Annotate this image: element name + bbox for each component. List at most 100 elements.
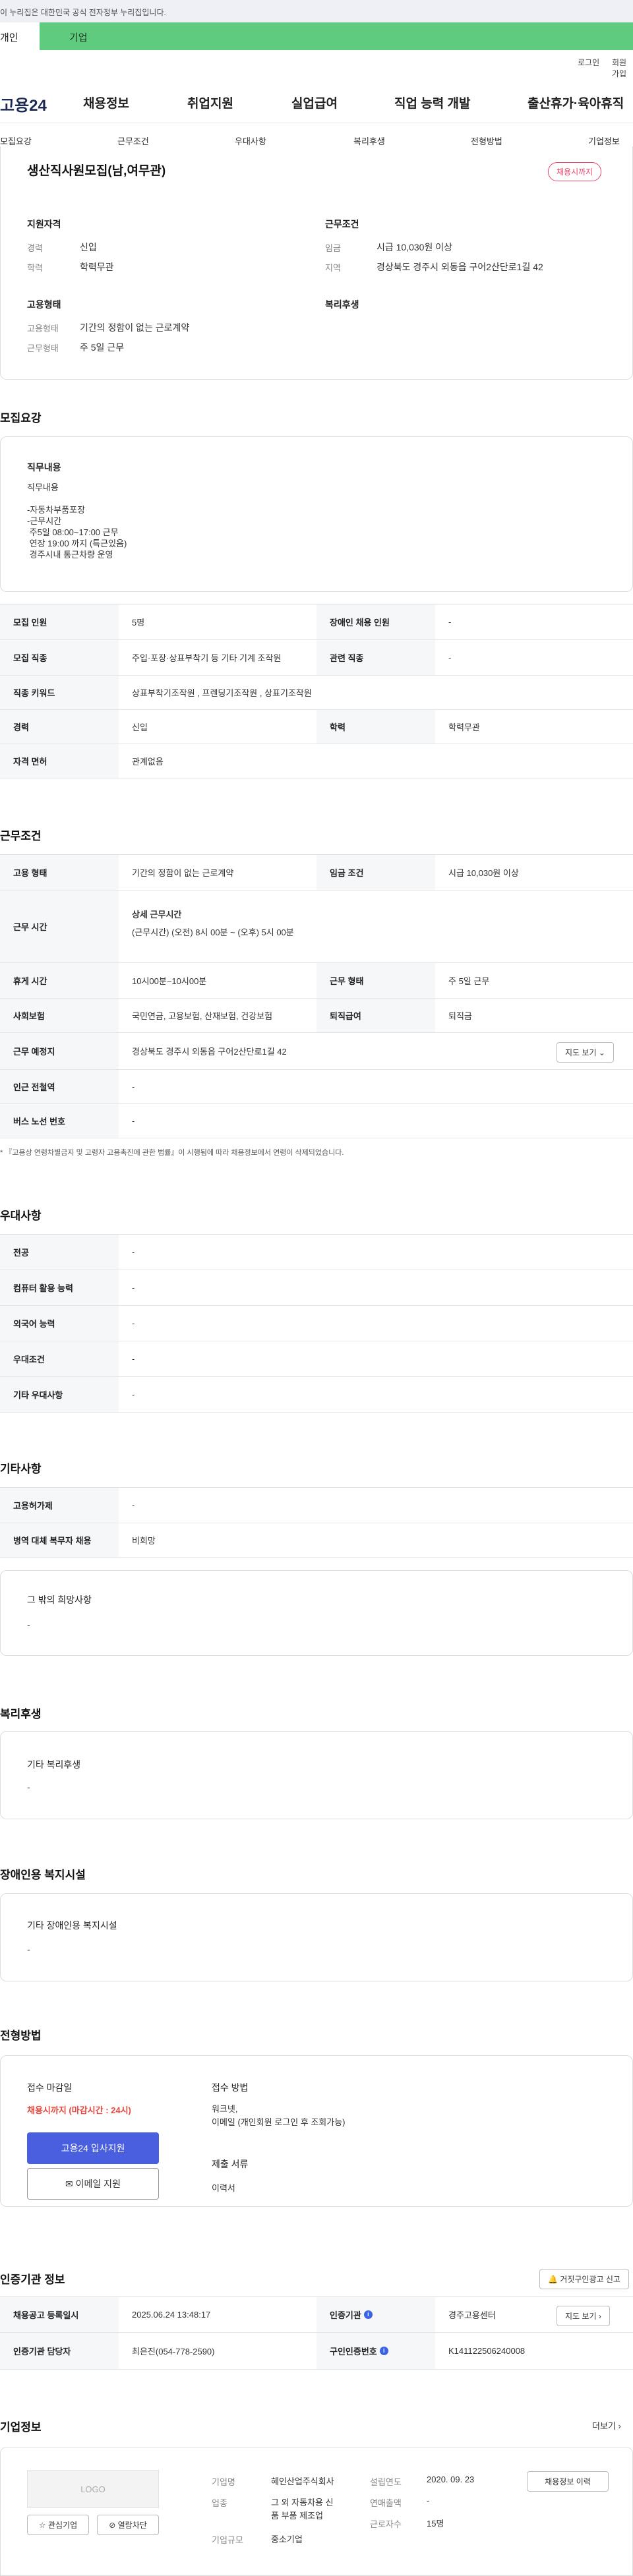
table-row: 채용공고 등록일시 2025.06.24 13:48:17 인증기관 i 경주고용… <box>0 2297 633 2333</box>
join-link[interactable]: 회원가입 <box>612 57 633 79</box>
row-label: 전공 <box>0 1235 119 1270</box>
row-value: 상표부착기조작원 , 프렌딩기조작원 , 상표기조작원 <box>132 688 312 698</box>
recruit-table: 모집 인원 5명 장애인 채용 인원 - 모집 직종 주입·포장·상표부착기 등… <box>0 604 633 778</box>
info-icon[interactable]: i <box>379 2347 388 2355</box>
row-value: - <box>132 1116 135 1126</box>
qual-title: 지원자격 <box>27 219 61 229</box>
nav-parental-leave[interactable]: 출산휴가·육아휴직 <box>528 94 624 111</box>
main-nav: 고용24 채용정보 취업지원 실업급여 직업 능력 개발 출산휴가·육아휴직 <box>0 79 633 123</box>
other-wish-value: - <box>27 1620 30 1630</box>
row-label: 버스 노선 번호 <box>0 1104 119 1138</box>
company-logo: LOGO <box>27 2470 159 2508</box>
section-screening-title: 전형방법 <box>0 2030 42 2042</box>
table-row: 인근 전철역 - <box>0 1070 633 1104</box>
wage-label: 임금 <box>325 243 341 253</box>
wage-value: 시급 10,030원 이상 <box>377 242 452 252</box>
method-title: 접수 방법 <box>212 2082 249 2093</box>
age-notice: * 『고용상 연령차별금지 및 고령자 고용촉진에 관한 법률』이 시행됨에 따… <box>0 1149 344 1157</box>
row-value: 국민연금, 고용보험, 산재보험, 건강보험 <box>132 1011 273 1021</box>
section-pref-title: 우대사항 <box>0 1210 42 1222</box>
row-label: 근무 예정지 <box>0 1033 119 1069</box>
nav-employment-support[interactable]: 취업지원 <box>187 94 233 111</box>
bell-icon: 🔔 <box>548 2275 558 2284</box>
emp-value: 기간의 정함이 없는 근로계약 <box>80 322 190 333</box>
area-label: 지역 <box>325 263 341 273</box>
section-welfare-title: 복리후생 <box>0 1708 42 1720</box>
nav-unemployment[interactable]: 실업급여 <box>291 94 338 111</box>
row-label: 고용 형태 <box>0 855 119 890</box>
pref-table: 전공 - 컴퓨터 활용 능력 - 외국어 능력 - 우대조건 - 기타 우대사항… <box>0 1234 633 1413</box>
shape-label: 근무형태 <box>27 343 59 353</box>
row-label: 휴게 시간 <box>0 963 119 998</box>
table-row: 병역 대체 복무자 채용 비희망 <box>0 1523 633 1558</box>
anchor-work[interactable]: 근무조건 <box>117 134 149 147</box>
row-label: 자격 면허 <box>0 744 119 778</box>
anchor-screening[interactable]: 전형방법 <box>471 134 502 147</box>
report-fake-ad-button[interactable]: 🔔 거짓구인광고 신고 <box>539 2269 629 2289</box>
anchor-recruit[interactable]: 모집요강 <box>0 134 32 147</box>
favorite-label: 관심기업 <box>47 2521 78 2530</box>
job-history-button[interactable]: 채용정보 이력 <box>527 2471 609 2492</box>
anchor-welfare[interactable]: 복리후생 <box>353 134 385 147</box>
edu-value: 학력무관 <box>80 262 114 272</box>
row-value: 5명 <box>132 618 145 628</box>
anchor-company[interactable]: 기업정보 <box>588 134 620 147</box>
favorite-company-button[interactable]: ☆ 관심기업 <box>27 2515 89 2535</box>
area-value: 경상북도 경주시 외동읍 구어2산단로1길 42 <box>377 262 543 272</box>
company-biz-line-2: 품 부품 제조업 <box>271 2511 323 2521</box>
company-more-link[interactable]: 더보기 › <box>592 2419 621 2432</box>
table-row: 경력 신입 학력 학력무관 <box>0 710 633 744</box>
row-value: - <box>132 1247 135 1257</box>
nav-jobs[interactable]: 채용정보 <box>83 94 129 111</box>
method-line-1: 워크넷, <box>212 2104 238 2114</box>
row-value: 기간의 정함이 없는 근로계약 <box>132 868 234 878</box>
disabled-card: 기타 장애인용 복지시설 - <box>0 1893 633 1981</box>
row-value: - <box>132 1390 135 1399</box>
section-recruit-title: 모집요강 <box>0 412 42 424</box>
row-value: - <box>448 653 452 662</box>
email-apply-label: 이메일 지원 <box>75 2179 121 2189</box>
info-icon[interactable]: i <box>363 2310 373 2319</box>
tab-personal[interactable]: 개인 <box>0 22 40 50</box>
map-view-button[interactable]: 지도 보기 ⌄ <box>557 1042 614 1063</box>
section-company-title: 기업정보 <box>0 2421 42 2434</box>
table-row: 인증기관 담당자 최은진(054-778-2590) 구인인증번호 i K1411… <box>0 2333 633 2370</box>
row-label: 모집 직종 <box>0 640 119 675</box>
welfare-title: 복리후생 <box>325 299 359 310</box>
other-wish-card: 그 밖의 희망사항 - <box>0 1570 633 1656</box>
table-row: 근무 시간 상세 근무시간 (근무시간) (오전) 8시 00분 ~ (오후) … <box>0 891 633 963</box>
block-view-button[interactable]: ⊘ 열람차단 <box>97 2515 159 2535</box>
work-table: 고용 형태 기간의 정함이 없는 근로계약 임금 조건 시급 10,030원 이… <box>0 854 633 1139</box>
row-value: - <box>132 1500 135 1510</box>
row-value: - <box>448 617 452 627</box>
table-row: 고용 형태 기간의 정함이 없는 근로계약 임금 조건 시급 10,030원 이… <box>0 855 633 891</box>
agency-table: 채용공고 등록일시 2025.06.24 13:48:17 인증기관 i 경주고용… <box>0 2297 633 2370</box>
site-logo[interactable]: 고용24 <box>0 92 47 115</box>
screening-card: 접수 마감일 채용시까지 (마감시간 : 24시) 고용24 입사지원 ✉ 이메… <box>0 2055 633 2207</box>
email-apply-button[interactable]: ✉ 이메일 지원 <box>27 2168 159 2200</box>
row-label: 장애인 채용 인원 <box>316 604 435 639</box>
table-row: 직종 키워드 상표부착기조작원 , 프렌딩기조작원 , 상표기조작원 <box>0 676 633 710</box>
tab-company[interactable]: 기업 <box>40 22 633 50</box>
row-value: - <box>132 1082 135 1092</box>
table-row: 고용허가제 - <box>0 1488 633 1523</box>
anchor-pref[interactable]: 우대사항 <box>235 134 266 147</box>
disabled-detail-title: 기타 장애인용 복지시설 <box>27 1920 117 1931</box>
deadline-title: 접수 마감일 <box>27 2082 73 2093</box>
row-label: 인증기관 i <box>316 2297 435 2332</box>
company-sales-label: 연매출액 <box>370 2498 402 2508</box>
row-value: 비희망 <box>132 1536 156 1546</box>
nav-training[interactable]: 직업 능력 개발 <box>394 94 470 111</box>
row-value: 2025.06.24 13:48:17 <box>132 2310 211 2320</box>
table-row: 모집 인원 5명 장애인 채용 인원 - <box>0 604 633 640</box>
row-label: 채용공고 등록일시 <box>0 2297 119 2332</box>
company-emp-label: 근로자수 <box>370 2519 402 2529</box>
agency-map-button[interactable]: 지도 보기 › <box>557 2306 610 2326</box>
login-link[interactable]: 로그인 <box>578 57 599 68</box>
duty-title: 직무내용 <box>27 462 61 473</box>
company-biz-label: 업종 <box>212 2498 227 2508</box>
row-label: 경력 <box>0 710 119 744</box>
block-icon: ⊘ <box>109 2521 116 2530</box>
apply-button[interactable]: 고용24 입사지원 <box>27 2132 159 2164</box>
row-label: 모집 인원 <box>0 604 119 639</box>
